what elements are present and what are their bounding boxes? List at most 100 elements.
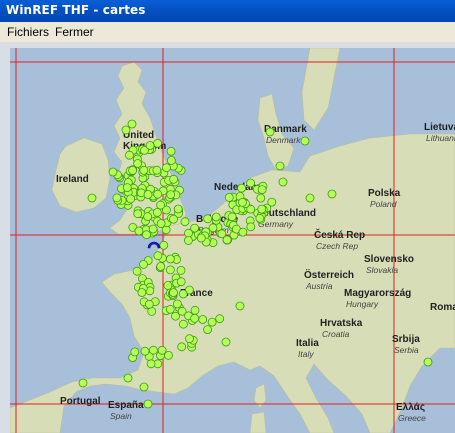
station-marker[interactable] [143,212,153,222]
station-marker[interactable] [207,317,217,327]
station-marker[interactable] [185,334,194,344]
station-marker[interactable] [221,337,231,347]
station-marker[interactable] [327,189,337,199]
station-marker[interactable] [153,251,163,261]
station-marker[interactable] [300,136,310,146]
station-marker[interactable] [140,346,150,356]
station-marker[interactable] [227,212,237,222]
station-marker[interactable] [183,236,193,245]
menu-fermer[interactable]: Fermer [55,24,94,40]
station-marker[interactable] [166,146,176,156]
station-marker[interactable] [132,266,142,276]
station-marker[interactable] [152,165,162,175]
station-marker[interactable] [87,193,97,203]
station-marker[interactable] [145,141,155,150]
menu-fichiers[interactable]: Fichiers [7,24,49,40]
station-marker[interactable] [121,125,131,135]
station-marker[interactable] [78,378,88,388]
station-marker[interactable] [166,156,176,165]
station-marker[interactable] [246,222,256,232]
station-marker[interactable] [224,192,234,202]
station-marker[interactable] [178,319,188,329]
map-canvas[interactable]: UnitedKingdomIrelandDanmarkDenmarkLietuv… [10,48,455,433]
station-marker[interactable] [267,197,277,207]
station-marker[interactable] [257,204,267,214]
station-marker[interactable] [190,313,200,323]
station-marker[interactable] [164,350,173,360]
station-marker[interactable] [208,223,218,233]
station-marker[interactable] [238,227,248,237]
station-marker[interactable] [305,193,315,203]
station-marker[interactable] [177,306,187,316]
station-marker[interactable] [177,342,187,352]
station-marker[interactable] [255,213,265,223]
station-marker[interactable] [133,159,143,168]
station-marker[interactable] [148,224,158,234]
station-marker[interactable] [222,235,232,245]
station-marker[interactable] [122,183,132,193]
station-marker[interactable] [257,185,267,195]
station-marker[interactable] [108,167,118,177]
station-marker[interactable] [203,325,213,335]
station-marker[interactable] [133,209,143,219]
station-marker[interactable] [176,265,186,275]
station-marker[interactable] [126,194,135,204]
station-marker[interactable] [139,382,149,392]
station-marker[interactable] [246,178,256,188]
station-marker[interactable] [112,193,122,203]
station-marker[interactable] [180,217,190,227]
station-marker[interactable] [178,289,188,299]
station-marker[interactable] [130,347,140,357]
station-marker[interactable] [127,119,137,129]
station-marker[interactable] [169,174,179,184]
station-marker[interactable] [166,190,176,200]
station-marker[interactable] [156,219,166,229]
station-marker[interactable] [146,359,156,369]
station-marker[interactable] [172,299,182,309]
station-marker[interactable] [134,226,144,236]
station-marker[interactable] [165,304,175,314]
station-marker[interactable] [265,127,275,137]
station-marker[interactable] [142,230,151,240]
station-marker[interactable] [143,399,153,409]
station-marker[interactable] [215,314,225,324]
station-marker[interactable] [139,165,149,175]
station-marker[interactable] [139,259,148,269]
station-marker[interactable] [148,345,158,355]
station-marker[interactable] [137,288,147,297]
station-marker[interactable] [256,193,266,203]
station-marker[interactable] [176,277,186,287]
station-marker[interactable] [235,301,245,311]
station-marker[interactable] [423,357,433,367]
station-marker[interactable] [153,138,163,148]
station-marker[interactable] [278,177,288,187]
station-marker[interactable] [198,315,208,324]
station-marker[interactable] [125,150,134,160]
station-marker[interactable] [159,240,169,250]
station-marker[interactable] [163,281,173,290]
station-marker[interactable] [169,288,178,298]
station-marker[interactable] [162,163,171,173]
station-marker[interactable] [169,214,178,224]
station-marker[interactable] [275,161,285,171]
station-marker[interactable] [190,223,200,233]
map-view[interactable]: UnitedKingdomIrelandDanmarkDenmarkLietuv… [10,48,455,433]
station-marker[interactable] [238,197,247,207]
station-marker[interactable] [144,299,154,309]
station-marker[interactable] [123,373,133,383]
station-marker[interactable] [128,166,137,175]
station-marker[interactable] [196,233,206,243]
station-marker[interactable] [211,212,221,222]
station-marker[interactable] [165,265,175,275]
window-titlebar[interactable]: WinREF THF - cartes [0,0,455,22]
station-marker[interactable] [156,262,166,271]
station-marker[interactable] [143,190,153,199]
station-marker[interactable] [190,305,200,315]
station-marker[interactable] [156,200,166,210]
station-marker[interactable] [237,183,247,193]
station-marker[interactable] [152,207,162,217]
station-marker[interactable] [173,204,183,214]
station-marker[interactable] [203,214,213,224]
station-marker[interactable] [153,189,163,199]
station-marker[interactable] [165,254,175,264]
